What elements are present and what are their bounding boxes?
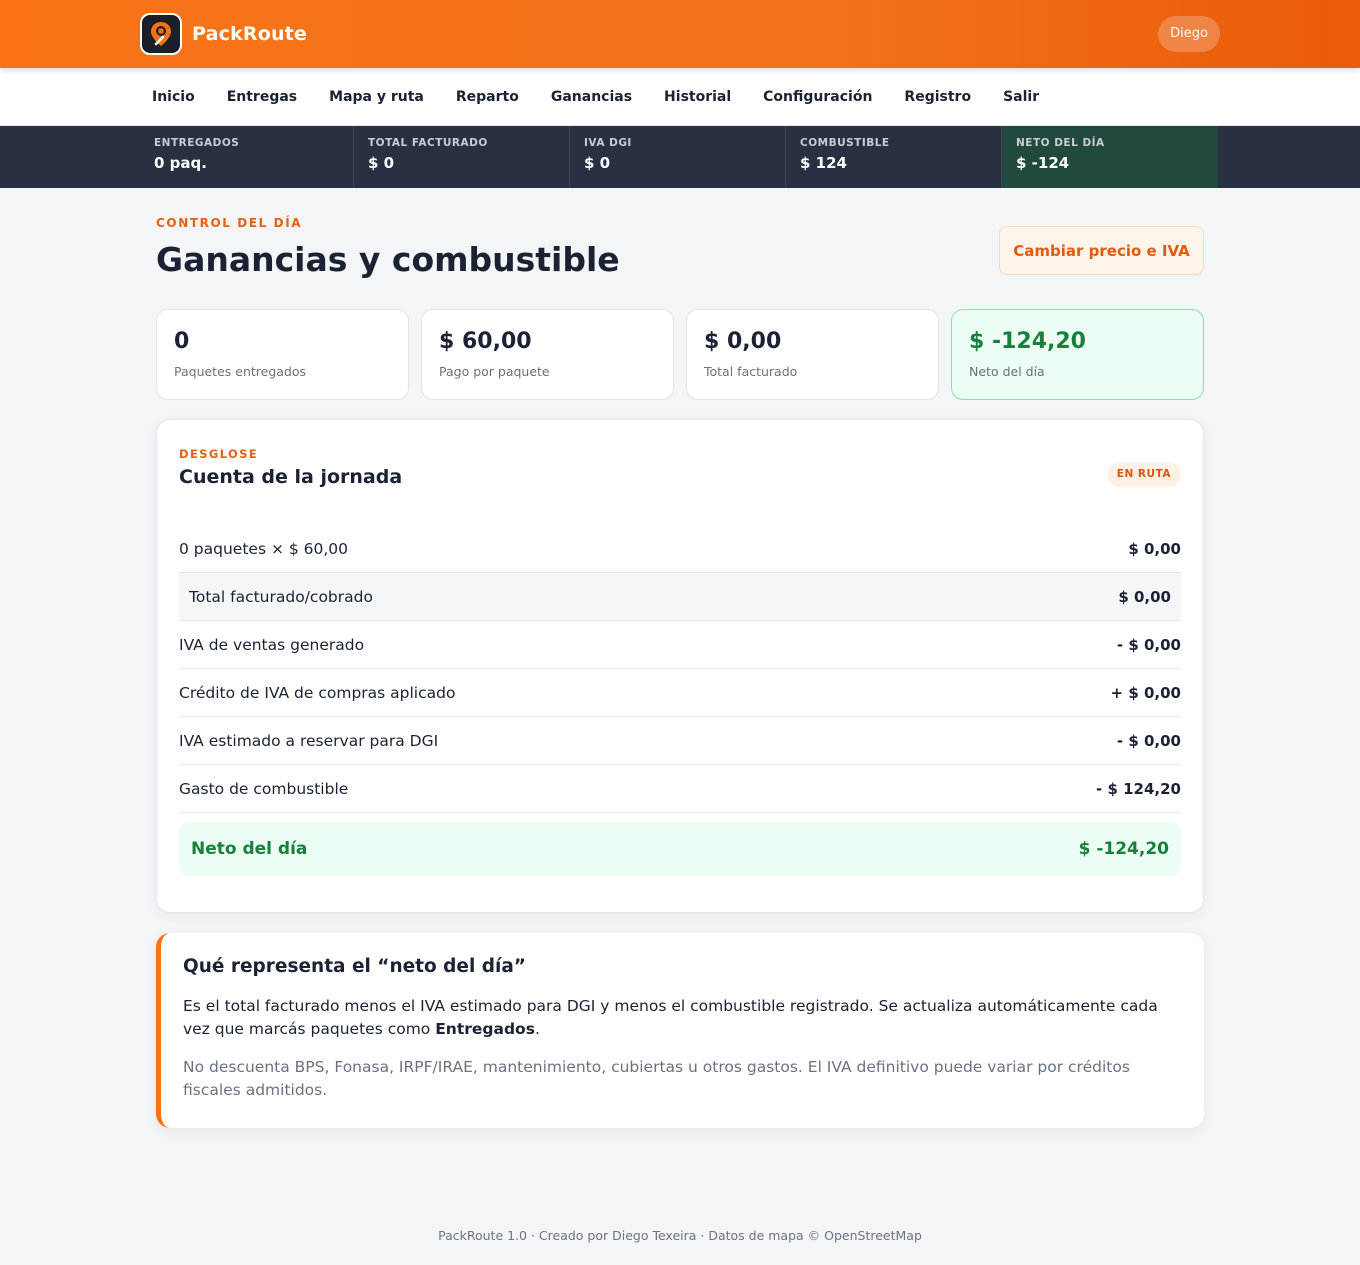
- stat-value: $ 0: [584, 154, 611, 172]
- info-description: Es el total facturado menos el IVA estim…: [183, 995, 1182, 1041]
- stat-value: $ -124: [1016, 154, 1070, 172]
- status-badge: EN RUTA: [1106, 462, 1181, 487]
- breakdown-row: Crédito de IVA de compras aplicado + $ 0…: [179, 669, 1181, 717]
- net-total-value: $ -124,20: [1078, 839, 1169, 859]
- stat-total-facturado: TOTAL FACTURADO $ 0: [354, 126, 570, 188]
- nav-inicio[interactable]: Inicio: [152, 89, 195, 105]
- stat-label: NETO DEL DÍA: [1016, 137, 1105, 149]
- stat-label: ENTREGADOS: [154, 137, 240, 149]
- nav-mapa-y-ruta[interactable]: Mapa y ruta: [329, 89, 424, 105]
- kpi-cards: 0 Paquetes entregados $ 60,00 Pago por p…: [156, 309, 1204, 400]
- row-value: - $ 0,00: [1116, 731, 1181, 750]
- change-price-iva-button[interactable]: Cambiar precio e IVA: [999, 226, 1204, 275]
- row-value: $ 0,00: [1128, 539, 1181, 558]
- stat-value: $ 124: [800, 154, 847, 172]
- kpi-label: Paquetes entregados: [174, 364, 307, 379]
- kpi-card-paquetes: 0 Paquetes entregados: [156, 309, 409, 400]
- kpi-value: $ 60,00: [439, 329, 532, 354]
- nav-entregas[interactable]: Entregas: [227, 89, 297, 105]
- stat-entregados: ENTREGADOS 0 paq.: [140, 126, 354, 188]
- row-label: IVA de ventas generado: [179, 635, 365, 654]
- net-total-row: Neto del día $ -124,20: [179, 822, 1181, 876]
- stat-label: TOTAL FACTURADO: [368, 137, 488, 149]
- nav-ganancias[interactable]: Ganancias: [551, 89, 632, 105]
- stat-combustible: COMBUSTIBLE $ 124: [786, 126, 1002, 188]
- brand-name: PackRoute: [192, 23, 308, 45]
- row-label: Total facturado/cobrado: [189, 587, 373, 606]
- nav-configuracion[interactable]: Configuración: [763, 89, 872, 105]
- panel-title: Cuenta de la jornada: [179, 466, 403, 488]
- row-label: IVA estimado a reservar para DGI: [179, 731, 439, 750]
- summary-stats-bar: ENTREGADOS 0 paq. TOTAL FACTURADO $ 0 IV…: [0, 126, 1360, 188]
- stat-neto-del-dia: NETO DEL DÍA $ -124: [1002, 126, 1218, 188]
- info-emphasis: Entregados: [435, 1020, 535, 1038]
- row-value: $ 0,00: [1118, 587, 1171, 606]
- nav-salir[interactable]: Salir: [1003, 89, 1039, 105]
- row-label: Gasto de combustible: [179, 779, 349, 798]
- kpi-card-facturado: $ 0,00 Total facturado: [686, 309, 939, 400]
- footer: PackRoute 1.0 · Creado por Diego Texeira…: [438, 1228, 922, 1243]
- info-text: Es el total facturado menos el IVA estim…: [183, 997, 1158, 1038]
- breakdown-panel: DESGLOSE Cuenta de la jornada EN RUTA 0 …: [156, 419, 1204, 913]
- kpi-card-neto: $ -124,20 Neto del día: [951, 309, 1204, 400]
- kpi-value: $ -124,20: [969, 329, 1086, 354]
- breakdown-rows: 0 paquetes × $ 60,00 $ 0,00 Total factur…: [179, 525, 1181, 876]
- breakdown-row: Total facturado/cobrado $ 0,00: [179, 573, 1181, 621]
- breakdown-row: 0 paquetes × $ 60,00 $ 0,00: [179, 525, 1181, 573]
- kpi-label: Pago por paquete: [439, 364, 550, 379]
- row-value: - $ 124,20: [1096, 779, 1181, 798]
- user-menu-button[interactable]: Diego: [1158, 16, 1220, 52]
- main-nav: Inicio Entregas Mapa y ruta Reparto Gana…: [0, 68, 1360, 126]
- panel-eyebrow: DESGLOSE: [179, 447, 259, 461]
- nav-reparto[interactable]: Reparto: [456, 89, 519, 105]
- info-text-end: .: [534, 1020, 540, 1038]
- info-disclaimer: No descuenta BPS, Fonasa, IRPF/IRAE, man…: [183, 1058, 1130, 1099]
- packroute-logo-icon: [140, 13, 182, 55]
- row-label: Crédito de IVA de compras aplicado: [179, 683, 456, 702]
- nav-historial[interactable]: Historial: [664, 89, 731, 105]
- stat-value: 0 paq.: [154, 154, 207, 172]
- net-total-label: Neto del día: [191, 839, 308, 859]
- stat-value: $ 0: [368, 154, 395, 172]
- row-value: - $ 0,00: [1116, 635, 1181, 654]
- breakdown-row: IVA estimado a reservar para DGI - $ 0,0…: [179, 717, 1181, 765]
- kpi-value: $ 0,00: [704, 329, 782, 354]
- info-title: Qué representa el “neto del día”: [183, 956, 526, 977]
- row-value: + $ 0,00: [1110, 683, 1181, 702]
- page-title: Ganancias y combustible: [156, 240, 620, 279]
- nav-registro[interactable]: Registro: [904, 89, 971, 105]
- kpi-label: Total facturado: [704, 364, 798, 379]
- stat-label: COMBUSTIBLE: [800, 137, 890, 149]
- stat-iva-dgi: IVA DGI $ 0: [570, 126, 786, 188]
- stat-label: IVA DGI: [584, 137, 632, 149]
- page-eyebrow: CONTROL DEL DÍA: [156, 216, 303, 230]
- kpi-card-pago: $ 60,00 Pago por paquete: [421, 309, 674, 400]
- info-callout: Qué representa el “neto del día” Es el t…: [156, 933, 1204, 1128]
- top-bar: PackRoute Diego: [0, 0, 1360, 68]
- kpi-value: 0: [174, 329, 190, 354]
- kpi-label: Neto del día: [969, 364, 1045, 379]
- breakdown-row: IVA de ventas generado - $ 0,00: [179, 621, 1181, 669]
- row-label: 0 paquetes × $ 60,00: [179, 539, 349, 558]
- brand[interactable]: PackRoute: [140, 13, 307, 55]
- breakdown-row: Gasto de combustible - $ 124,20: [179, 765, 1181, 813]
